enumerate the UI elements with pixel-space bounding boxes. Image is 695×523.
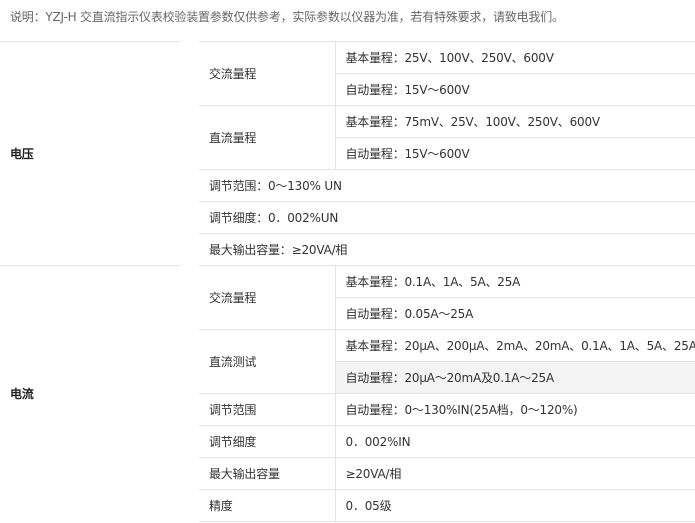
current-fineness-label: 调节细度 xyxy=(189,425,335,458)
current-capacity-value: ≥20VA/相 xyxy=(334,457,695,490)
description-note: 说明：YZJ-H 交直流指示仪表校验装置参数仅供参考，实际参数以仪器为准，若有特… xyxy=(10,10,564,24)
current-accuracy-label: 精度 xyxy=(189,489,335,522)
current-accuracy-value: 0．05级 xyxy=(334,489,695,522)
category-current: 电流 xyxy=(0,265,199,522)
current-ac-auto: 自动量程：0.05A～25A xyxy=(334,297,695,330)
current-capacity-label: 最大输出容量 xyxy=(189,457,335,490)
voltage-ac-basic: 基本量程：25V、100V、250V、600V xyxy=(334,41,695,74)
voltage-dc-basic: 基本量程：75mV、25V、100V、250V、600V xyxy=(334,105,695,138)
spec-table: 电压 交流量程 基本量程：25V、100V、250V、600V 自动量程：15V… xyxy=(0,41,695,522)
current-dc-label: 直流测试 xyxy=(189,329,335,394)
voltage-range: 调节范围：0～130% UN xyxy=(189,169,695,202)
current-range-label: 调节范围 xyxy=(189,393,335,426)
table-row: 电流 交流量程 基本量程：0.1A、1A、5A、25A xyxy=(0,265,695,522)
voltage-ac-auto: 自动量程：15V～600V xyxy=(334,73,695,106)
current-range-value: 自动量程：0～130%IN(25A档，0～120%) xyxy=(334,393,695,426)
current-ac-label: 交流量程 xyxy=(189,265,335,330)
voltage-dc-auto: 自动量程：15V～600V xyxy=(334,137,695,170)
current-dc-basic: 基本量程：20μA、200μA、2mA、20mA、0.1A、1A、5A、25A xyxy=(334,329,695,362)
voltage-fineness: 调节细度：0．002%UN xyxy=(189,201,695,234)
current-fineness-value: 0．002%IN xyxy=(334,425,695,458)
current-dc-auto: 自动量程：20μA～20mA及0.1A～25A xyxy=(334,361,695,394)
voltage-ac-label: 交流量程 xyxy=(189,41,335,106)
voltage-dc-label: 直流量程 xyxy=(189,105,335,170)
current-ac-basic: 基本量程：0.1A、1A、5A、25A xyxy=(334,265,695,298)
table-row: 电压 交流量程 基本量程：25V、100V、250V、600V xyxy=(0,41,695,266)
voltage-capacity: 最大输出容量：≥20VA/相 xyxy=(189,233,695,266)
category-voltage: 电压 xyxy=(0,41,199,266)
